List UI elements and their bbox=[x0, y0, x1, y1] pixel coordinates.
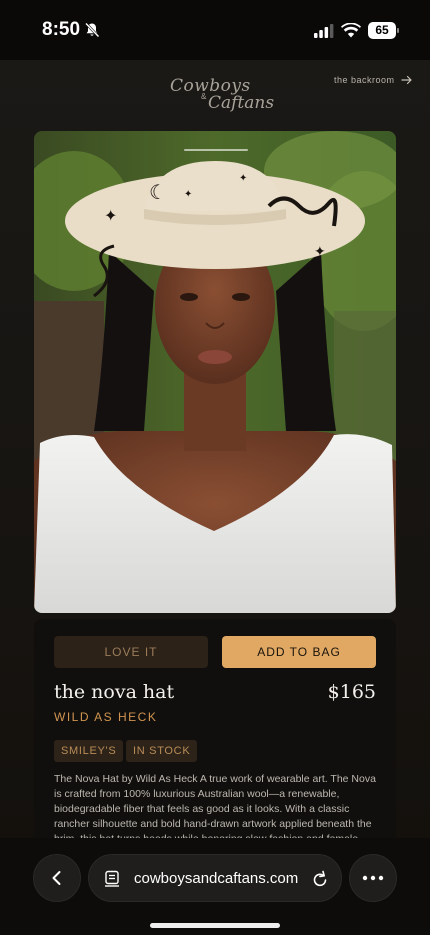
logo-ampersand: & bbox=[201, 92, 207, 101]
reload-icon[interactable] bbox=[311, 869, 329, 889]
chevron-left-icon bbox=[52, 871, 61, 885]
product-price: $165 bbox=[327, 681, 376, 703]
svg-text:✦: ✦ bbox=[104, 206, 117, 225]
more-options-button[interactable] bbox=[349, 854, 397, 902]
home-indicator[interactable] bbox=[150, 923, 280, 928]
site-logo[interactable]: Cowboys & Caftans bbox=[160, 76, 274, 116]
battery-level: 65 bbox=[368, 22, 396, 39]
product-name: the nova hat bbox=[54, 681, 175, 703]
wifi-icon bbox=[341, 23, 361, 38]
logo-line2: Caftans bbox=[208, 93, 275, 113]
svg-text:✦: ✦ bbox=[314, 244, 326, 260]
product-image[interactable]: ✦ ☾ ✦ ✦ ✦ bbox=[34, 131, 396, 613]
backroom-link[interactable]: the backroom bbox=[334, 72, 413, 88]
status-time: 8:50 bbox=[42, 19, 81, 40]
backroom-label: the backroom bbox=[334, 75, 395, 85]
bell-slash-icon bbox=[85, 22, 100, 38]
browser-toolbar: cowboysandcaftans.com bbox=[0, 838, 430, 935]
status-bar: 8:50 65 bbox=[0, 0, 430, 60]
back-button[interactable] bbox=[33, 854, 81, 902]
cellular-signal-icon bbox=[314, 24, 334, 38]
url-text: cowboysandcaftans.com bbox=[134, 870, 299, 887]
svg-text:☾: ☾ bbox=[149, 180, 167, 204]
tab-page-icon[interactable] bbox=[103, 870, 121, 888]
product-details-card: LOVE IT ADD TO BAG the nova hat $165 WIL… bbox=[34, 619, 396, 849]
battery-indicator: 65 bbox=[368, 22, 400, 39]
image-drag-handle[interactable] bbox=[184, 149, 248, 151]
product-brand[interactable]: WILD AS HECK bbox=[54, 710, 157, 724]
web-page: Cowboys & Caftans the backroom ✦ ☾ ✦ ✦ ✦… bbox=[0, 60, 430, 849]
add-to-bag-button[interactable]: ADD TO BAG bbox=[222, 636, 376, 668]
battery-tip bbox=[397, 28, 399, 33]
tag-stock-status: IN STOCK bbox=[126, 740, 198, 762]
love-it-button[interactable]: LOVE IT bbox=[54, 636, 208, 668]
svg-text:✦: ✦ bbox=[184, 189, 192, 200]
tag-store: SMILEY'S bbox=[54, 740, 124, 762]
address-bar[interactable]: cowboysandcaftans.com bbox=[88, 854, 342, 902]
ellipsis-icon bbox=[362, 875, 384, 881]
arrow-right-icon bbox=[400, 75, 412, 85]
product-description: The Nova Hat by Wild As Heck A true work… bbox=[54, 773, 376, 845]
svg-text:✦: ✦ bbox=[239, 173, 247, 184]
